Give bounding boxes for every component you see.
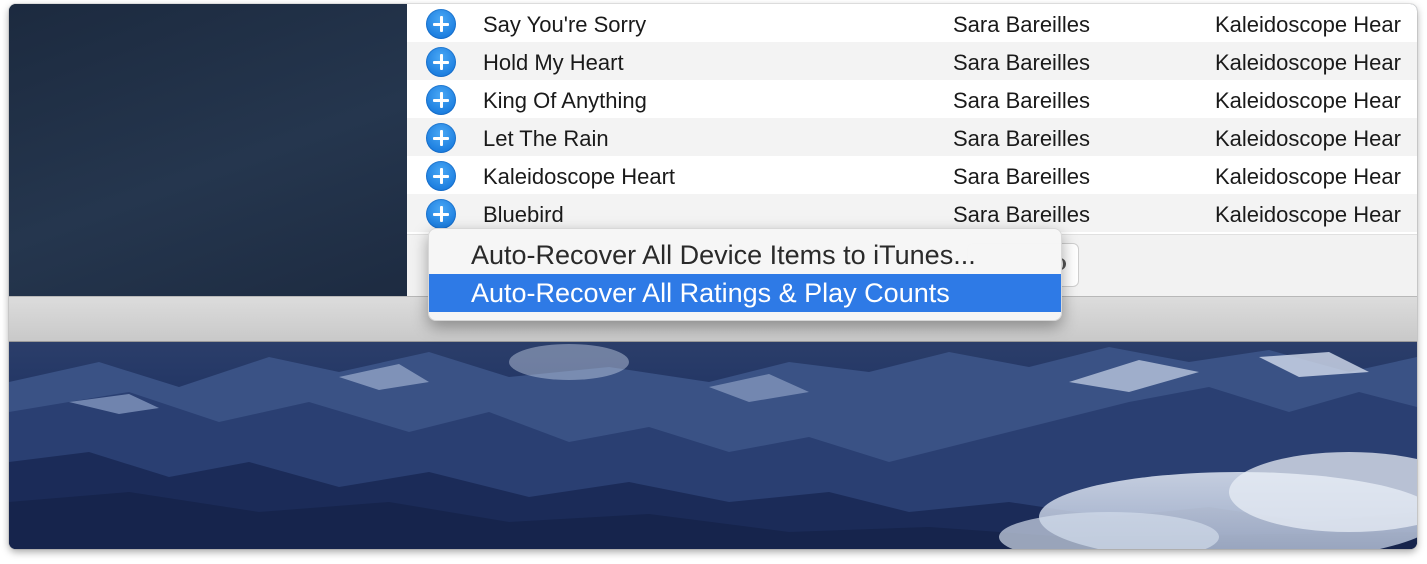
song-artist: Sara Bareilles (953, 126, 1090, 151)
song-row[interactable]: Say You're Sorry Sara Bareilles Kaleidos… (407, 4, 1417, 42)
song-row[interactable]: Kaleidoscope Heart Sara Bareilles Kaleid… (407, 156, 1417, 194)
song-row[interactable]: Hold My Heart Sara Bareilles Kaleidoscop… (407, 42, 1417, 80)
song-album: Kaleidoscope Hear (1215, 164, 1401, 189)
menu-item-recover-device-items[interactable]: Auto-Recover All Device Items to iTunes.… (429, 236, 1061, 274)
song-title: Let The Rain (483, 126, 609, 151)
song-title: Bluebird (483, 202, 564, 227)
add-circle-icon[interactable] (426, 9, 456, 39)
song-title: Say You're Sorry (483, 12, 647, 37)
mountain-landscape-image (9, 344, 1417, 549)
song-album: Kaleidoscope Hear (1215, 50, 1401, 75)
song-artist: Sara Bareilles (953, 88, 1090, 113)
song-artist: Sara Bareilles (953, 12, 1090, 37)
add-circle-icon[interactable] (426, 47, 456, 77)
song-title: King Of Anything (483, 88, 647, 113)
song-list: Say You're Sorry Sara Bareilles Kaleidos… (407, 4, 1417, 234)
add-circle-icon[interactable] (426, 85, 456, 115)
context-menu: Auto-Recover All Device Items to iTunes.… (428, 228, 1062, 321)
song-album: Kaleidoscope Hear (1215, 202, 1401, 227)
song-row[interactable]: Let The Rain Sara Bareilles Kaleidoscope… (407, 118, 1417, 156)
song-title: Hold My Heart (483, 50, 624, 75)
song-album: Kaleidoscope Hear (1215, 126, 1401, 151)
menu-item-recover-ratings-play-counts[interactable]: Auto-Recover All Ratings & Play Counts (429, 274, 1061, 312)
add-circle-icon[interactable] (426, 123, 456, 153)
song-row[interactable]: King Of Anything Sara Bareilles Kaleidos… (407, 80, 1417, 118)
desktop-wallpaper (9, 342, 1417, 549)
add-circle-icon[interactable] (426, 199, 456, 229)
sidebar-panel (9, 4, 407, 296)
song-title: Kaleidoscope Heart (483, 164, 676, 189)
song-row[interactable]: Bluebird Sara Bareilles Kaleidoscope Hea… (407, 194, 1417, 232)
add-circle-icon[interactable] (426, 161, 456, 191)
song-album: Kaleidoscope Hear (1215, 12, 1401, 37)
song-artist: Sara Bareilles (953, 164, 1090, 189)
song-artist: Sara Bareilles (953, 202, 1090, 227)
song-artist: Sara Bareilles (953, 50, 1090, 75)
song-album: Kaleidoscope Hear (1215, 88, 1401, 113)
